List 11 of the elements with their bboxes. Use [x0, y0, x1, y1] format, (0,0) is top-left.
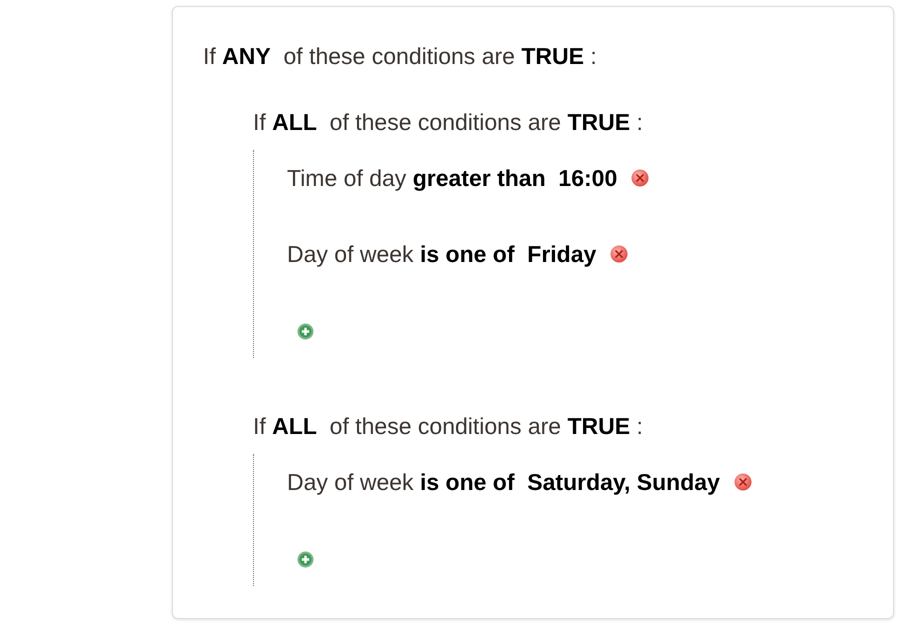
group-heading: If ALL of these conditions are TRUE : [253, 108, 644, 137]
add-icon[interactable] [297, 551, 314, 568]
remove-icon[interactable] [631, 169, 650, 187]
add-icon[interactable] [297, 323, 314, 340]
remove-icon[interactable] [610, 245, 628, 263]
remove-icon[interactable] [734, 473, 752, 491]
condition-text: Time of day greater than 16:00 [287, 164, 618, 193]
group-heading: If ALL of these conditions are TRUE : [253, 412, 644, 441]
condition-text: Day of week is one of Friday [287, 240, 596, 269]
condition-text: Day of week is one of Saturday, Sunday [287, 468, 720, 497]
rule-heading: If ANY of these conditions are TRUE : [203, 42, 598, 71]
